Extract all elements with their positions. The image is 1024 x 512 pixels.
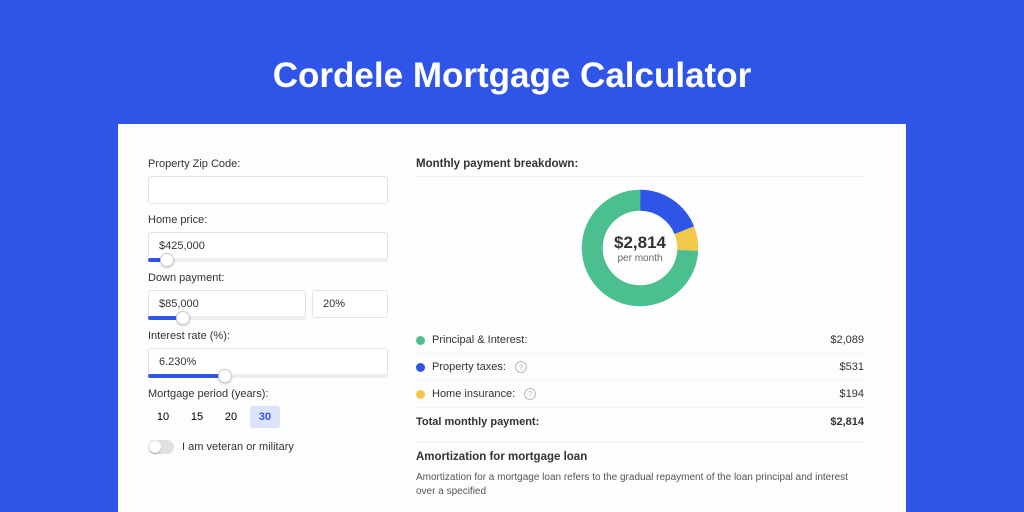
home-price-input[interactable] [148,232,388,260]
amortization-heading: Amortization for mortgage loan [416,442,864,471]
rate-input[interactable] [148,348,388,376]
donut-chart-container: $2,814 per month [416,185,864,311]
legend-row: Property taxes:? $531 [416,354,864,381]
period-option-20[interactable]: 20 [216,406,246,428]
legend-dot [416,363,425,372]
donut-amount: $2,814 [614,233,666,253]
legend-label: Home insurance: [432,388,515,400]
period-option-10[interactable]: 10 [148,406,178,428]
legend-value: $531 [840,361,864,373]
donut-sub: per month [617,253,662,264]
home-price-label: Home price: [148,214,388,226]
period-label: Mortgage period (years): [148,388,388,400]
amortization-text: Amortization for a mortgage loan refers … [416,471,864,499]
legend-label: Property taxes: [432,361,506,373]
calculator-card: Property Zip Code: Home price: Down paym… [118,124,906,512]
info-icon[interactable]: ? [515,361,527,373]
legend-label: Principal & Interest: [432,334,527,346]
zip-group: Property Zip Code: [148,158,388,204]
breakdown-panel: Monthly payment breakdown: $2,814 per mo… [416,158,864,512]
home-price-slider[interactable] [148,258,388,262]
rate-label: Interest rate (%): [148,330,388,342]
down-percent-input[interactable] [312,290,388,318]
total-row: Total monthly payment: $2,814 [416,408,864,442]
home-price-group: Home price: [148,214,388,262]
info-icon[interactable]: ? [524,388,536,400]
slider-thumb[interactable] [160,253,174,267]
down-amount-input[interactable] [148,290,306,318]
legend-value: $194 [840,388,864,400]
down-payment-label: Down payment: [148,272,388,284]
total-label: Total monthly payment: [416,416,539,428]
page-title: Cordele Mortgage Calculator [273,56,751,96]
period-option-15[interactable]: 15 [182,406,212,428]
legend-dot [416,390,425,399]
toggle-knob [149,441,161,453]
rate-group: Interest rate (%): [148,330,388,378]
legend-dot [416,336,425,345]
breakdown-heading: Monthly payment breakdown: [416,158,864,177]
donut-center: $2,814 per month [577,185,703,311]
down-payment-group: Down payment: [148,272,388,320]
legend-row: Principal & Interest: $2,089 [416,327,864,354]
legend-row: Home insurance:? $194 [416,381,864,408]
down-payment-slider[interactable] [148,316,306,320]
form-panel: Property Zip Code: Home price: Down paym… [148,158,388,512]
period-group: Mortgage period (years): 10152030 [148,388,388,428]
rate-slider[interactable] [148,374,388,378]
period-option-30[interactable]: 30 [250,406,280,428]
veteran-label: I am veteran or military [182,441,294,453]
zip-input[interactable] [148,176,388,204]
veteran-toggle[interactable] [148,440,174,454]
slider-thumb[interactable] [218,369,232,383]
total-value: $2,814 [830,416,864,428]
veteran-row: I am veteran or military [148,440,388,454]
legend-value: $2,089 [830,334,864,346]
slider-thumb[interactable] [176,311,190,325]
zip-label: Property Zip Code: [148,158,388,170]
